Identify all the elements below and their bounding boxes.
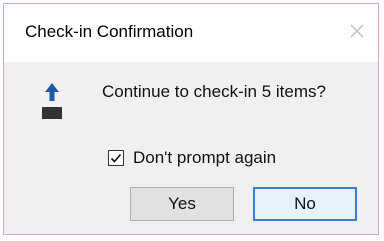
checkin-confirmation-dialog: Check-in Confirmation Continue to check-… — [3, 3, 379, 235]
confirmation-message: Continue to check-in 5 items? — [102, 82, 326, 101]
upload-arrow-icon — [40, 82, 64, 122]
close-icon — [342, 16, 372, 46]
dont-prompt-again-row[interactable]: Don't prompt again — [108, 148, 276, 168]
yes-button[interactable]: Yes — [130, 187, 234, 221]
dont-prompt-again-label[interactable]: Don't prompt again — [133, 148, 276, 168]
title-bar[interactable]: Check-in Confirmation — [4, 4, 378, 62]
close-button[interactable] — [342, 16, 372, 46]
no-button[interactable]: No — [253, 187, 357, 221]
dont-prompt-again-checkbox[interactable] — [108, 150, 124, 166]
dialog-body: Continue to check-in 5 items? Don't prom… — [4, 62, 378, 234]
dialog-title: Check-in Confirmation — [25, 22, 194, 41]
